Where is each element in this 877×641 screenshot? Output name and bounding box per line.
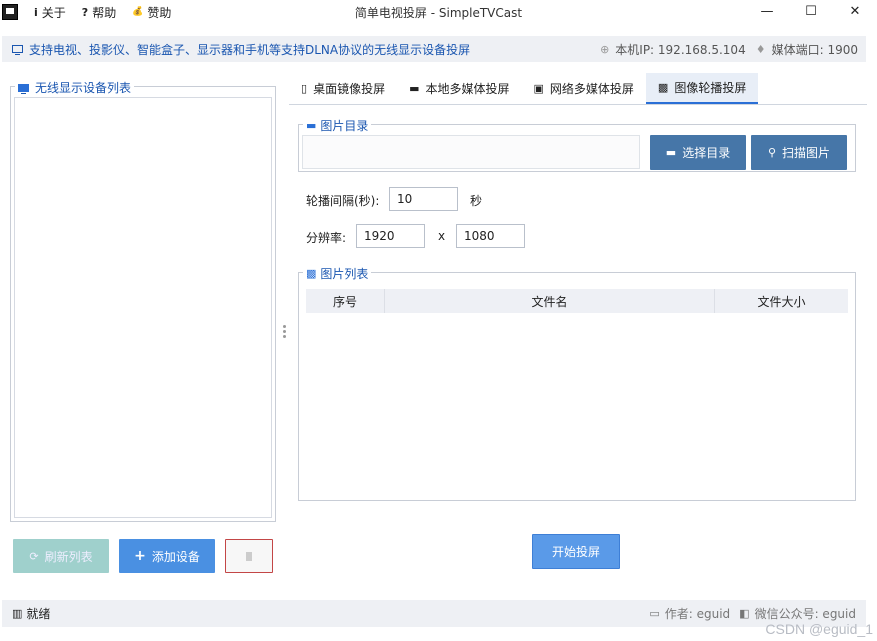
chart-icon: ▥ xyxy=(12,607,23,620)
device-list-title-text: 无线显示设备列表 xyxy=(35,81,132,95)
refresh-list-label: 刷新列表 xyxy=(44,549,93,564)
status-text: 就绪 xyxy=(26,607,51,621)
device-list[interactable] xyxy=(14,97,272,518)
image-dir-legend-text: 图片目录 xyxy=(320,119,369,133)
local-ip-text: 本机IP: 192.168.5.104 xyxy=(615,42,746,57)
refresh-icon: ⟳ xyxy=(29,549,39,563)
monitor-icon xyxy=(18,83,29,94)
menu-about[interactable]: i 关于 xyxy=(34,4,66,21)
trash-icon xyxy=(246,551,252,561)
image-icon: ▩ xyxy=(657,81,669,94)
clapper-icon: ▬ xyxy=(409,82,420,95)
app-icon xyxy=(2,4,18,20)
laptop-icon: ▭ xyxy=(649,607,660,620)
csdn-watermark: CSDN @eguid_1 xyxy=(765,621,873,637)
panel-splitter[interactable] xyxy=(283,325,286,339)
info-message: 支持电视、投影仪、智能盒子、显示器和手机等支持DLNA协议的无线显示设备投屏 xyxy=(12,41,470,58)
tab-image-slideshow-label: 图像轮播投屏 xyxy=(674,81,747,95)
tab-local-media-label: 本地多媒体投屏 xyxy=(425,82,510,96)
tab-bar: ▯ 桌面镜像投屏 ▬ 本地多媒体投屏 ▣ 网络多媒体投屏 ▩ 图像轮播投屏 xyxy=(289,73,759,105)
search-icon: ⚲ xyxy=(767,146,777,159)
interval-label: 轮播间隔(秒): xyxy=(306,194,380,208)
window-controls: — ☐ ✕ xyxy=(745,0,877,22)
image-list-group: ▩ 图片列表 序号 文件名 文件大小 xyxy=(298,265,856,501)
tab-local-media[interactable]: ▬ 本地多媒体投屏 xyxy=(397,73,521,104)
refresh-list-button[interactable]: ⟳ 刷新列表 xyxy=(13,539,109,573)
column-filename[interactable]: 文件名 xyxy=(385,289,715,313)
image-icon: ▩ xyxy=(306,267,317,280)
maximize-button[interactable]: ☐ xyxy=(789,0,833,22)
image-dir-group: ▬ 图片目录 ▬ 选择目录 ⚲ 扫描图片 xyxy=(298,117,856,172)
network-media-icon: ▣ xyxy=(533,82,544,95)
folder-icon: ▬ xyxy=(306,119,317,132)
title-bar: i 关于 ? 帮助 💰 赞助 简单电视投屏 - SimpleTVCast — ☐… xyxy=(0,0,877,24)
image-dir-input[interactable] xyxy=(302,135,640,169)
add-device-label: 添加设备 xyxy=(151,549,200,564)
scan-images-button[interactable]: ⚲ 扫描图片 xyxy=(751,135,847,170)
network-info: ⊕ 本机IP: 192.168.5.104 ♦ 媒体端口: 1900 xyxy=(600,41,866,58)
interval-input[interactable]: 10 xyxy=(389,187,458,211)
tab-divider xyxy=(289,104,867,105)
phone-icon: ▯ xyxy=(301,82,308,95)
wechat-icon: ◧ xyxy=(739,607,750,620)
close-button[interactable]: ✕ xyxy=(833,0,877,22)
globe-icon: ⊕ xyxy=(600,42,610,56)
tab-image-slideshow[interactable]: ▩ 图像轮播投屏 xyxy=(645,73,759,104)
author-info: ▭ 作者: eguid ◧ 微信公众号: eguid xyxy=(649,605,866,622)
menu-donate[interactable]: 💰 赞助 xyxy=(132,4,171,21)
status-bar: ▥ 就绪 ▭ 作者: eguid ◧ 微信公众号: eguid xyxy=(2,600,866,627)
delete-device-button[interactable] xyxy=(225,539,273,573)
menu-bar: i 关于 ? 帮助 💰 赞助 xyxy=(34,4,171,21)
menu-about-label: 关于 xyxy=(41,5,66,20)
resolution-label: 分辨率: xyxy=(306,231,347,245)
image-dir-legend: ▬ 图片目录 xyxy=(303,117,372,134)
add-device-button[interactable]: + 添加设备 xyxy=(119,539,215,573)
plug-icon: ♦ xyxy=(755,42,766,56)
resolution-height-input[interactable]: 1080 xyxy=(456,224,525,248)
wechat-text: 微信公众号: eguid xyxy=(754,607,856,621)
plus-icon: + xyxy=(134,548,146,564)
device-list-title: 无线显示设备列表 xyxy=(15,79,135,96)
menu-donate-label: 赞助 xyxy=(147,5,172,20)
image-table-header: 序号 文件名 文件大小 xyxy=(306,289,848,313)
donate-icon: 💰 xyxy=(132,7,144,17)
author-text: 作者: eguid xyxy=(664,607,731,621)
column-index[interactable]: 序号 xyxy=(306,289,385,313)
tab-desktop-mirror[interactable]: ▯ 桌面镜像投屏 xyxy=(289,73,397,104)
info-message-text: 支持电视、投影仪、智能盒子、显示器和手机等支持DLNA协议的无线显示设备投屏 xyxy=(29,42,471,57)
choose-dir-button[interactable]: ▬ 选择目录 xyxy=(650,135,746,170)
choose-dir-label: 选择目录 xyxy=(682,146,731,160)
minimize-button[interactable]: — xyxy=(745,0,789,22)
help-icon: ? xyxy=(81,5,89,19)
interval-unit: 秒 xyxy=(470,194,483,208)
column-filesize[interactable]: 文件大小 xyxy=(715,289,848,313)
image-list-legend-text: 图片列表 xyxy=(320,267,369,281)
start-cast-button[interactable]: 开始投屏 xyxy=(532,534,620,569)
scan-images-label: 扫描图片 xyxy=(782,146,831,160)
resolution-separator: x xyxy=(438,229,446,243)
info-bar: 支持电视、投影仪、智能盒子、显示器和手机等支持DLNA协议的无线显示设备投屏 ⊕… xyxy=(2,36,866,62)
device-list-group: 无线显示设备列表 xyxy=(10,79,276,522)
tab-network-media[interactable]: ▣ 网络多媒体投屏 xyxy=(522,73,646,104)
laptop-icon xyxy=(12,45,23,55)
image-list-legend: ▩ 图片列表 xyxy=(303,265,372,282)
resolution-width-input[interactable]: 1920 xyxy=(356,224,425,248)
info-icon: i xyxy=(34,5,38,19)
tab-network-media-label: 网络多媒体投屏 xyxy=(549,82,634,96)
media-port-text: 媒体端口: 1900 xyxy=(771,42,858,57)
tab-desktop-mirror-label: 桌面镜像投屏 xyxy=(313,82,386,96)
folder-icon: ▬ xyxy=(665,146,677,159)
menu-help[interactable]: ? 帮助 xyxy=(82,4,116,21)
menu-help-label: 帮助 xyxy=(92,5,117,20)
